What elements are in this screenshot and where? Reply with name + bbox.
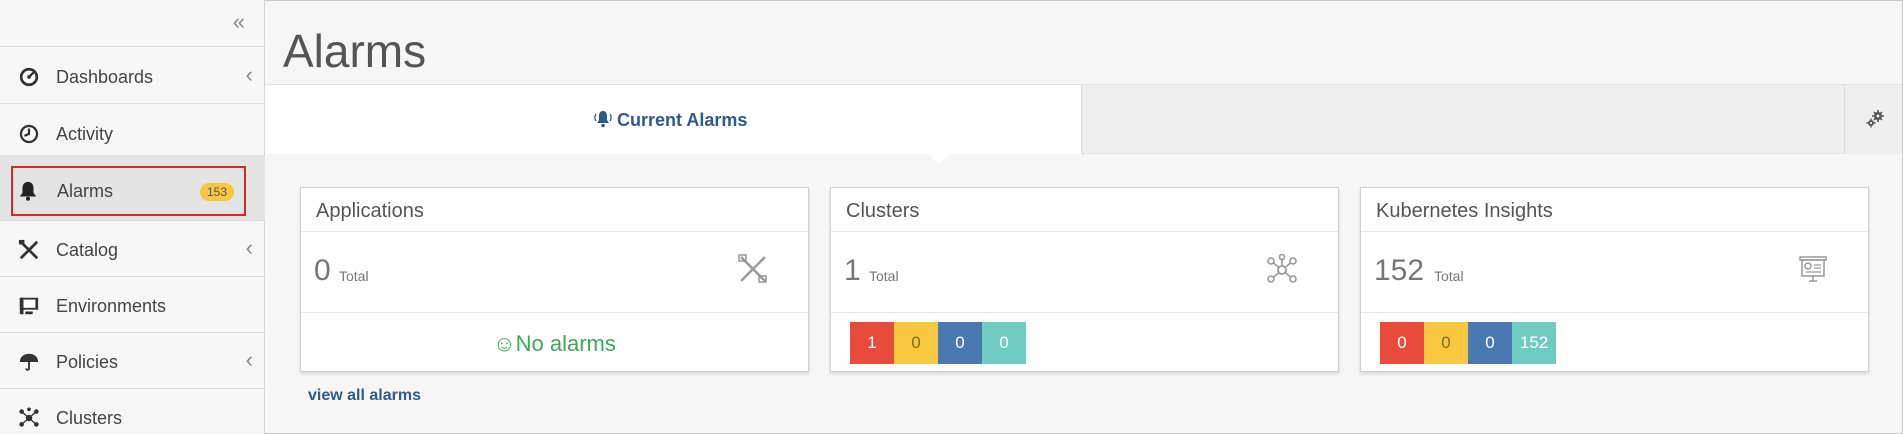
sidebar-item-label: Policies [56,352,119,372]
clusters-card: Clusters 1 Total 1 0 0 0 [830,187,1339,372]
clock-icon [19,124,39,144]
sidebar-item-label: Activity [56,124,114,144]
gears-icon [1866,110,1884,128]
monitor-icon [19,297,39,315]
total-count: 1 [844,254,861,287]
tab-pointer [927,154,951,164]
card-header: Applications [301,188,808,232]
major-count[interactable]: 0 [894,322,938,364]
total-count: 152 [1374,254,1425,287]
page-title: Alarms [283,25,427,77]
sidebar-item-catalog[interactable]: Catalog ‹ [0,221,265,277]
tab-current-alarms[interactable]: Current Alarms [265,85,1082,154]
sidebar-item-label: Dashboards [56,67,154,87]
settings-button[interactable] [1844,85,1902,154]
sidebar-item-activity[interactable]: Activity [0,105,265,161]
sidebar: « Dashboards ‹ Activity Alarms 153 Catal… [0,0,265,434]
minor-count[interactable]: 0 [938,322,982,364]
card-footer: 1 0 0 0 [831,314,1338,372]
tab-bar: Current Alarms [265,84,1902,164]
chevron-left-icon: ‹ [245,62,253,87]
card-body: 1 Total [831,232,1338,313]
critical-count[interactable]: 0 [1380,322,1424,364]
card-title: Clusters [846,200,920,222]
tab-label: Current Alarms [617,110,748,130]
smile-icon: ☺ [493,331,516,356]
card-header: Kubernetes Insights [1361,188,1868,232]
sidebar-item-label: Clusters [56,408,123,428]
tools-icon [18,239,39,260]
cluster-icon [19,407,39,427]
no-alarms-text: No alarms [515,331,616,356]
sidebar-collapse-toggle[interactable]: « [0,0,265,47]
sidebar-item-label: Environments [56,296,167,316]
card-footer: ☺No alarms [301,314,808,372]
sidebar-item-label: Alarms [57,181,114,201]
view-all-alarms-link[interactable]: view all alarms [308,386,421,406]
sidebar-item-policies[interactable]: Policies ‹ [0,333,265,389]
sidebar-item-label: Catalog [56,240,119,260]
no-alarms-status: ☺No alarms [301,331,808,357]
total-label: Total [339,268,369,284]
card-body: 0 Total [301,232,808,313]
bell-ringing-icon [594,111,612,128]
chevron-left-icon: ‹ [245,235,253,260]
info-count[interactable]: 152 [1512,322,1556,364]
sidebar-item-environments[interactable]: Environments [0,277,265,333]
umbrella-icon [19,353,39,371]
applications-card: Applications 0 Total ☺No alarms [300,187,809,372]
card-title: Applications [316,200,424,222]
gauge-icon [19,67,39,87]
cluster-icon [1267,254,1297,283]
major-count[interactable]: 0 [1424,322,1468,364]
alarm-count-badge: 153 [200,183,235,201]
total-count: 0 [314,254,331,287]
chevron-left-icon: ‹ [245,347,253,372]
sidebar-item-clusters[interactable]: Clusters [0,389,265,434]
card-body: 152 Total [1361,232,1868,313]
presentation-icon [1799,256,1827,282]
total-label: Total [1434,268,1464,284]
double-chevron-left-icon[interactable]: « [233,11,245,33]
sidebar-item-dashboards[interactable]: Dashboards ‹ [0,48,265,104]
critical-count[interactable]: 1 [850,322,894,364]
sidebar-item-alarms[interactable]: Alarms 153 [0,155,265,221]
card-footer: 0 0 0 152 [1361,314,1868,372]
kubernetes-insights-card: Kubernetes Insights 152 Total 0 0 0 152 [1360,187,1869,372]
info-count[interactable]: 0 [982,322,1026,364]
card-title: Kubernetes Insights [1376,200,1553,222]
tools-icon [738,254,767,283]
bell-icon [19,181,37,201]
minor-count[interactable]: 0 [1468,322,1512,364]
total-label: Total [869,268,899,284]
card-header: Clusters [831,188,1338,232]
